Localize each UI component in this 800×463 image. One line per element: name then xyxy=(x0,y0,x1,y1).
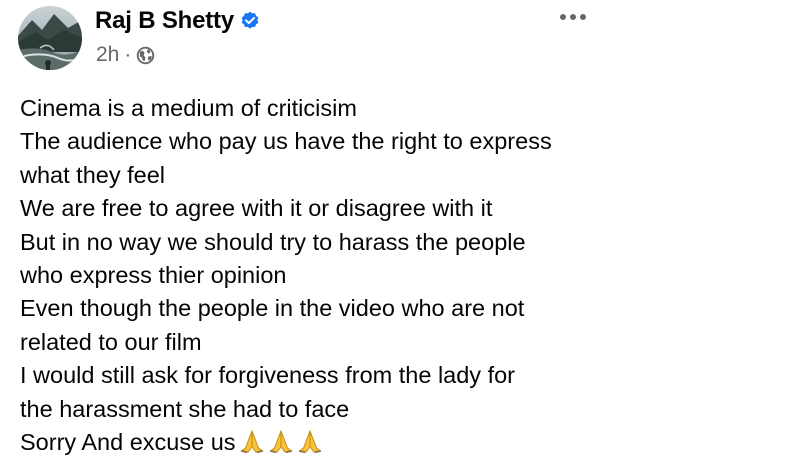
post-line: Cinema is a medium of criticisim xyxy=(20,95,357,121)
meta-separator: · xyxy=(124,43,132,66)
post-line: The audience who pay us have the right t… xyxy=(20,128,552,155)
folded-hands-icon xyxy=(239,428,265,454)
folded-hands-icon xyxy=(268,428,294,454)
more-options-button[interactable] xyxy=(558,8,588,26)
author-name[interactable]: Raj B Shetty xyxy=(95,7,234,35)
verified-badge-icon xyxy=(240,11,260,31)
post-timestamp[interactable]: 2h xyxy=(96,43,119,67)
post-line: But in no way we should try to harass th… xyxy=(20,228,526,255)
post-line: We are free to agree with it or disagree… xyxy=(20,195,493,222)
post-line-closing: Sorry And excuse us xyxy=(20,426,640,459)
author-avatar[interactable] xyxy=(18,6,82,70)
post-line: the harassment she had to face xyxy=(20,395,350,422)
author-row: Raj B Shetty xyxy=(95,6,260,36)
post-line: I would still ask for forgiveness from t… xyxy=(20,362,516,389)
folded-hands-icon xyxy=(297,428,323,454)
facebook-post: Raj B Shetty 2h · Cinema is a medium of … xyxy=(0,0,800,455)
post-line: Even though the people in the video who … xyxy=(20,295,525,322)
post-line: what they feel xyxy=(20,161,166,188)
more-horizontal-icon xyxy=(560,14,586,20)
post-meta: 2h · xyxy=(96,42,155,68)
closing-text: Sorry And excuse us xyxy=(20,428,236,455)
post-line: related to our film xyxy=(20,328,202,355)
post-line: who express thier opinion xyxy=(20,261,287,288)
post-body: Cinema is a medium of criticisim The aud… xyxy=(20,92,640,459)
globe-icon[interactable] xyxy=(136,46,155,65)
